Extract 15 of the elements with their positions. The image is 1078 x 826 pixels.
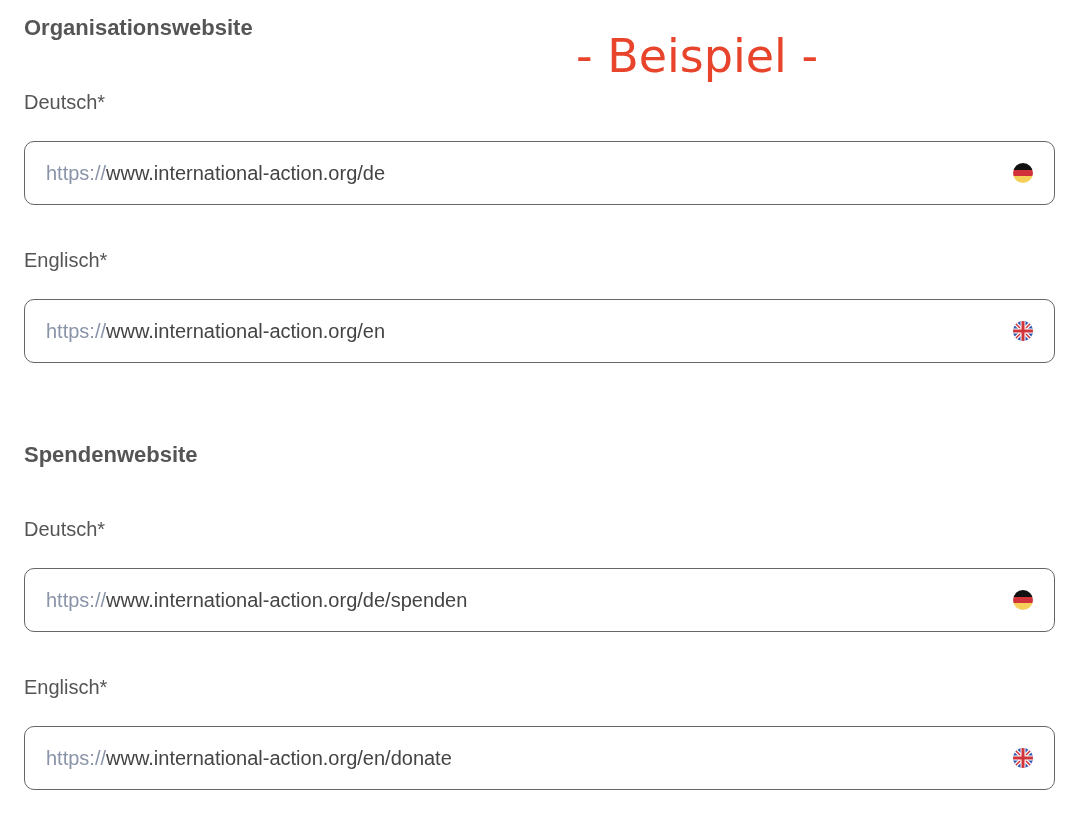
url-field[interactable]: https://www.international-action.org/en <box>24 299 1055 363</box>
url-field[interactable]: https://www.international-action.org/de/spenden <box>24 568 1055 632</box>
field-label: Englisch* <box>24 675 109 699</box>
field-label: Deutsch* <box>24 90 107 114</box>
uk-flag-icon <box>1013 748 1033 768</box>
field-label: Deutsch* <box>24 517 107 541</box>
field-label: Englisch* <box>24 248 109 272</box>
german-flag-icon <box>1013 590 1033 610</box>
url-field[interactable]: https://www.international-action.org/de <box>24 141 1055 205</box>
url-field[interactable]: https://www.international-action.org/en/donate <box>24 726 1055 790</box>
example-annotation: - Beispiel - <box>576 28 819 84</box>
section-heading: Organisationswebsite <box>24 14 254 42</box>
german-flag-icon <box>1013 163 1033 183</box>
section-heading: Spendenwebsite <box>24 441 199 469</box>
uk-flag-icon <box>1013 321 1033 341</box>
